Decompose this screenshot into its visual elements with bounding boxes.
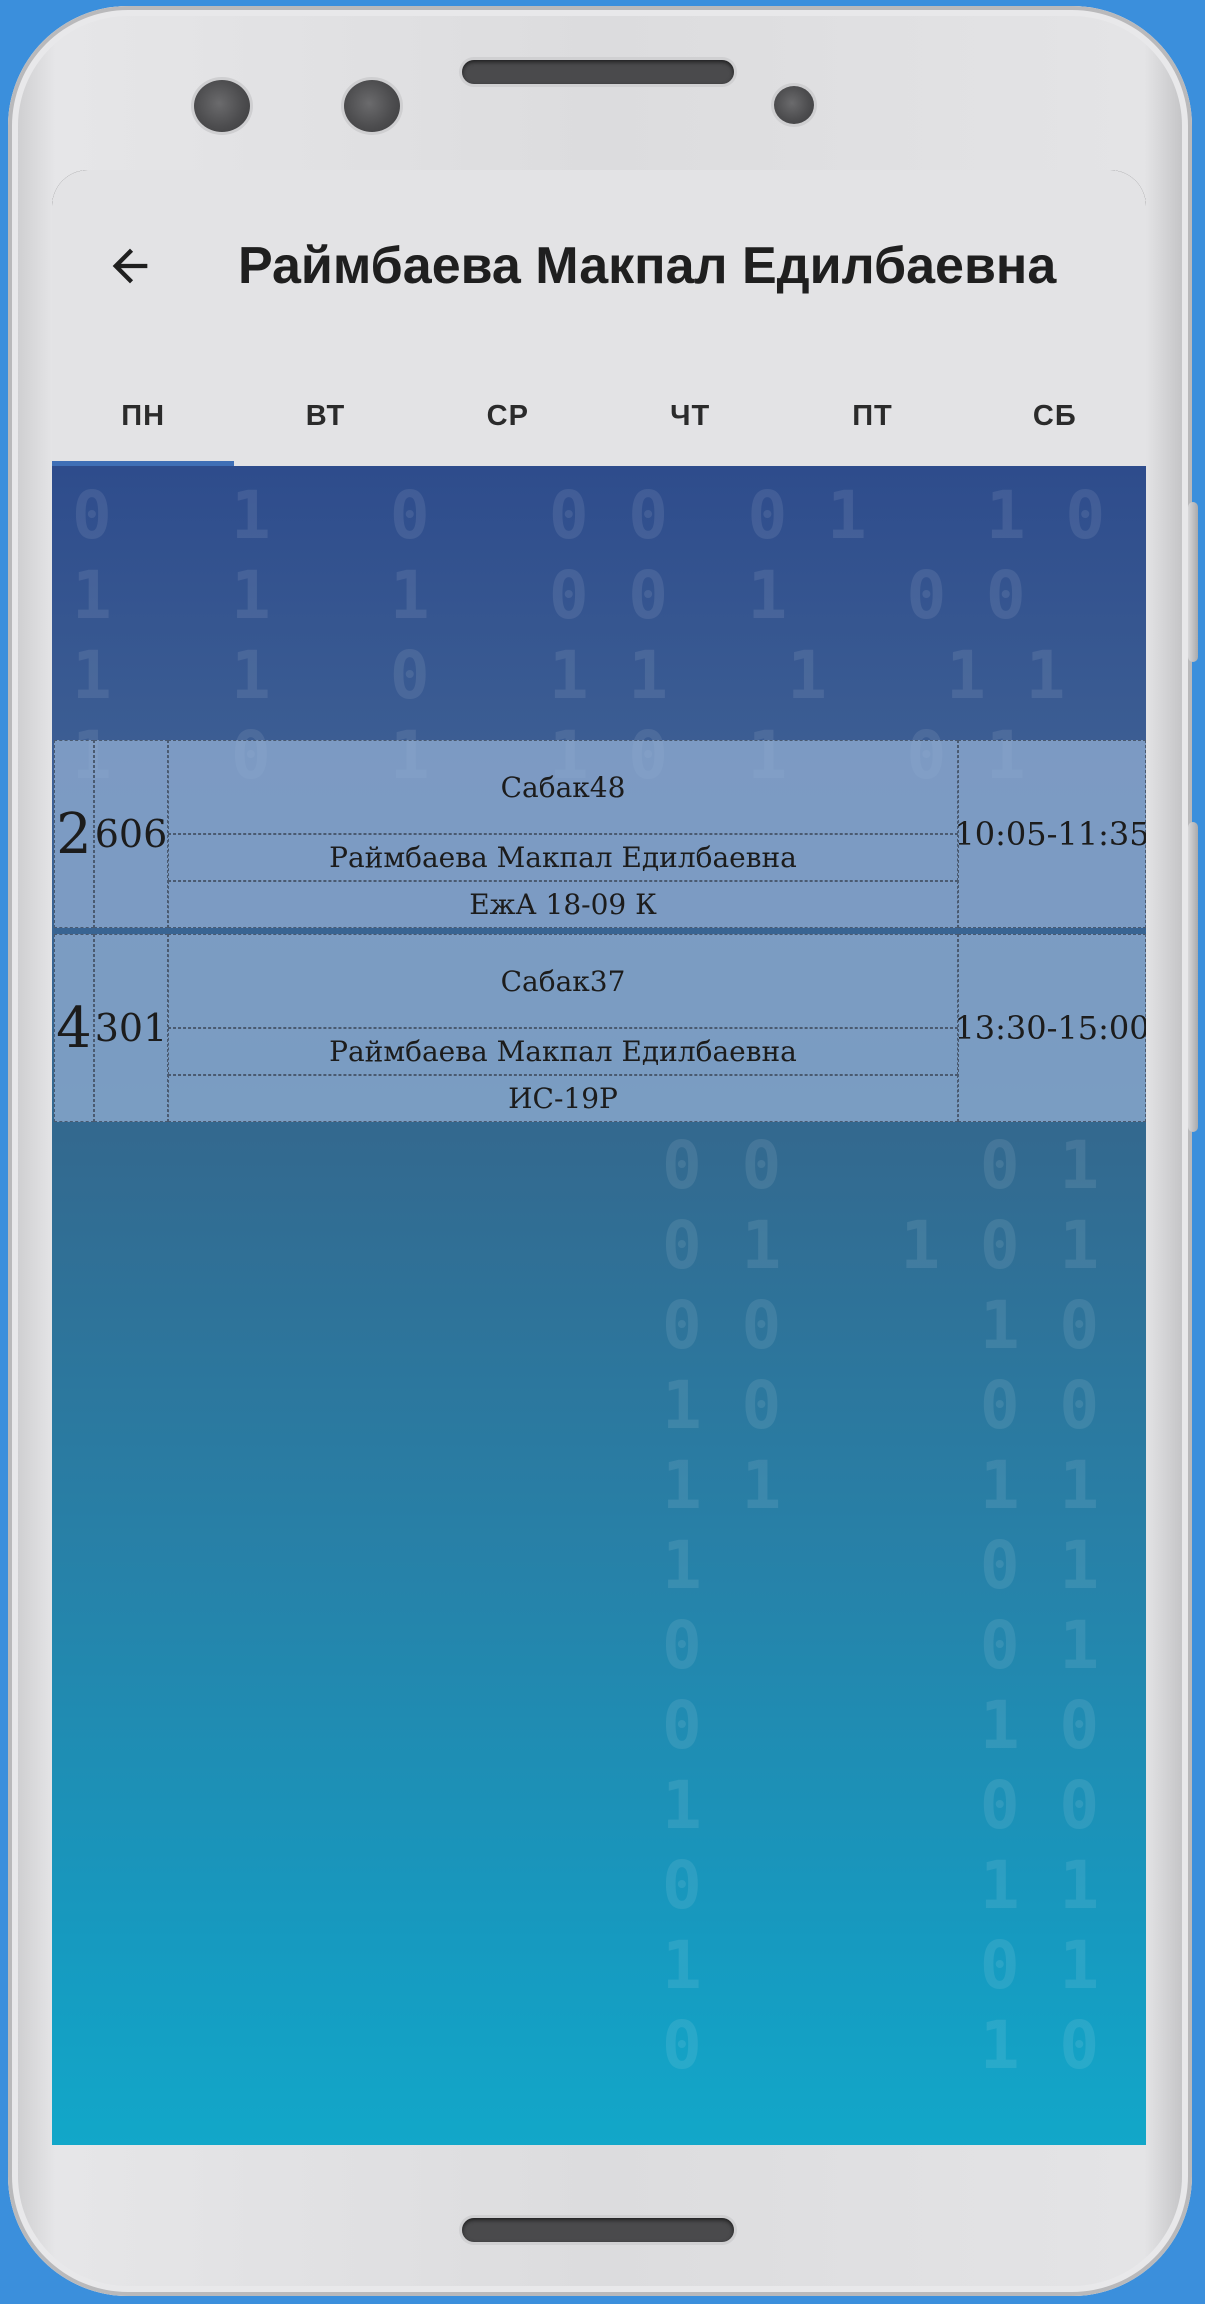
tab-label: СР — [486, 399, 529, 432]
front-camera-icon — [194, 80, 250, 132]
lesson-number: 2 — [54, 740, 94, 928]
lesson-time: 10:05-11:35 — [954, 740, 1146, 928]
sensor-icon — [344, 80, 400, 132]
lesson-room: 606 — [94, 740, 168, 928]
tab-label: СБ — [1032, 399, 1077, 432]
schedule-list[interactable]: 0 1 0 0 0 0 1 1 0 1 1 1 0 0 1 0 0 1 1 0 … — [52, 466, 1146, 2145]
lesson-subject: Сабак48 — [168, 740, 958, 834]
tab-saturday[interactable]: СБ — [964, 366, 1146, 466]
lesson-row[interactable]: 2 606 Сабак48 Раймбаева Макпал Едилбаевн… — [54, 740, 1146, 928]
lesson-row[interactable]: 4 301 Сабак37 Раймбаева Макпал Едилбаевн… — [54, 934, 1146, 1122]
proximity-sensor-icon — [774, 86, 814, 124]
app-bar: Раймбаева Макпал Едилбаевна ПН ВТ СР ЧТ … — [52, 170, 1146, 466]
tab-thursday[interactable]: ЧТ — [599, 366, 781, 466]
lesson-number: 4 — [54, 934, 94, 1122]
app-screen: Раймбаева Макпал Едилбаевна ПН ВТ СР ЧТ … — [52, 170, 1146, 2145]
weekday-tabs: ПН ВТ СР ЧТ ПТ СБ — [52, 366, 1146, 466]
tab-label: ПТ — [852, 399, 893, 432]
lesson-teacher: Раймбаева Макпал Едилбаевна — [168, 1028, 958, 1075]
tab-friday[interactable]: ПТ — [781, 366, 963, 466]
lesson-teacher: Раймбаева Макпал Едилбаевна — [168, 834, 958, 881]
lesson-group: ИС-19Р — [168, 1075, 958, 1122]
arrow-left-icon — [112, 248, 148, 284]
earpiece-speaker — [462, 60, 734, 84]
lesson-room: 301 — [94, 934, 168, 1122]
bottom-speaker — [462, 2218, 734, 2242]
tab-label: ВТ — [305, 399, 346, 432]
tab-label: ЧТ — [670, 399, 711, 432]
phone-frame: Раймбаева Макпал Едилбаевна ПН ВТ СР ЧТ … — [8, 6, 1198, 2296]
page-title: Раймбаева Макпал Едилбаевна — [238, 237, 1057, 295]
tab-wednesday[interactable]: СР — [417, 366, 599, 466]
power-button — [1188, 822, 1198, 1132]
lesson-subject: Сабак37 — [168, 934, 958, 1028]
tab-label: ПН — [121, 399, 166, 432]
lesson-time: 13:30-15:00 — [954, 934, 1146, 1122]
tab-monday[interactable]: ПН — [52, 366, 235, 466]
volume-button — [1188, 502, 1198, 662]
lesson-group: ЕжА 18-09 К — [168, 881, 958, 928]
back-button[interactable] — [94, 230, 166, 302]
tab-tuesday[interactable]: ВТ — [234, 366, 416, 466]
background-pattern: 0 0 0 1 0 1 1 0 1 0 0 1 0 1 0 0 0 1 1 1 … — [662, 1127, 1100, 2084]
